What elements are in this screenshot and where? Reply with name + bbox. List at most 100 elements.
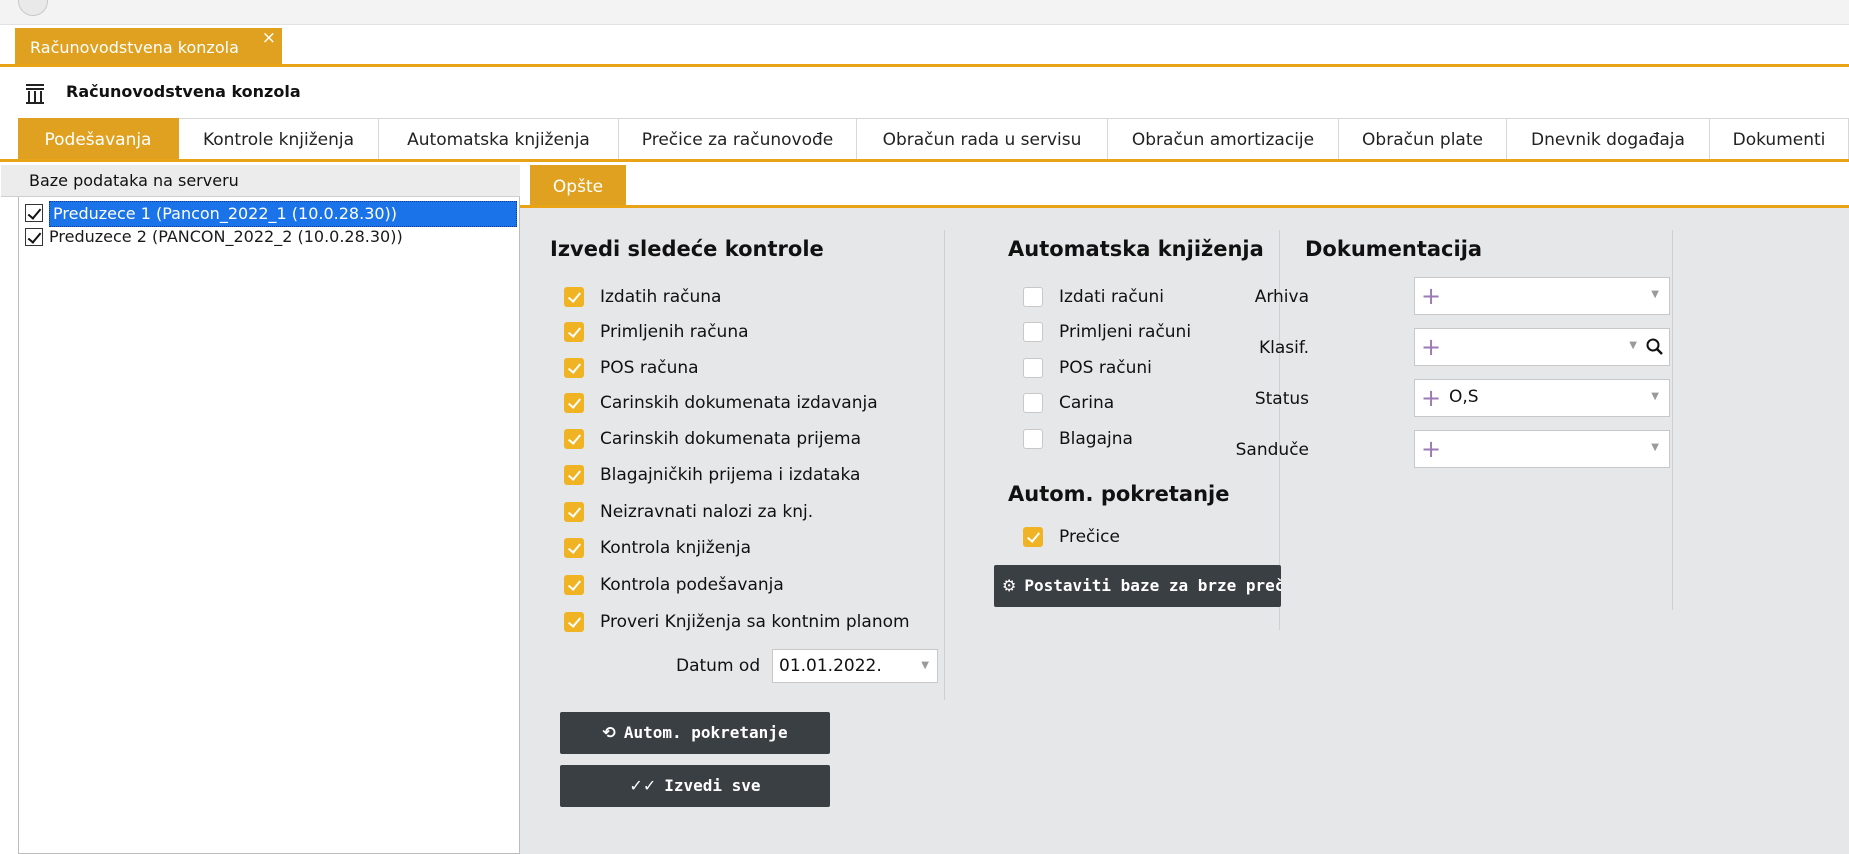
checkbox-pos-racuna[interactable]: POS računa (564, 355, 699, 381)
columns-icon (26, 84, 44, 104)
checkbox-pos-racuni[interactable]: POS računi (1023, 355, 1152, 381)
chevron-down-icon[interactable]: ▼ (1651, 391, 1659, 402)
checkbox-box[interactable] (1023, 393, 1043, 413)
checkbox-kontrola-podesavanja[interactable]: Kontrola podešavanja (564, 572, 784, 598)
izvedi-sve-button[interactable]: ✓✓ Izvedi sve (560, 765, 830, 807)
checkbox-label: Neizravnati nalozi za knj. (600, 502, 814, 522)
tab-kontrole-knjizenja[interactable]: Kontrole knjiženja (179, 118, 379, 159)
checkbox-izdati-racuni[interactable]: Izdati računi (1023, 284, 1164, 310)
tab-podesavanja[interactable]: Podešavanja (18, 118, 179, 159)
checkbox-precice[interactable]: Prečice (1023, 524, 1120, 550)
database-row[interactable]: Preduzece 2 (PANCON_2022_2 (10.0.28.30)) (23, 225, 517, 249)
chevron-down-icon[interactable]: ▼ (1629, 340, 1637, 351)
checkbox-box[interactable] (564, 612, 584, 632)
column-divider (1672, 230, 1673, 610)
plus-icon[interactable]: + (1421, 333, 1441, 361)
chevron-down-icon[interactable]: ▼ (921, 650, 929, 682)
close-icon[interactable]: × (262, 18, 276, 58)
checkbox-label: Proveri Knjiženja sa kontnim planom (600, 612, 910, 632)
database-checkbox[interactable] (25, 204, 43, 222)
checkbox-box[interactable] (1023, 429, 1043, 449)
checkbox-label: Izdati računi (1059, 287, 1164, 307)
window-control-circle[interactable] (18, 0, 48, 16)
autom-pokretanje-button[interactable]: ⟲ Autom. pokretanje (560, 712, 830, 754)
chevron-down-icon[interactable]: ▼ (1651, 442, 1659, 453)
sub-tab-bar: Opšte (520, 165, 1849, 208)
checkbox-box[interactable] (564, 287, 584, 307)
double-check-icon: ✓✓ (629, 776, 657, 795)
checkbox-carinskih-prijema[interactable]: Carinskih dokumenata prijema (564, 426, 861, 452)
checkbox-box[interactable] (1023, 287, 1043, 307)
checkbox-label: Carina (1059, 393, 1115, 413)
sanduce-input[interactable]: + ▼ (1414, 430, 1670, 468)
console-title: Računovodstvena konzola (66, 82, 301, 101)
postaviti-baze-button[interactable]: ⚙ Postaviti baze za brze prečice (994, 565, 1281, 607)
checkbox-blagajna[interactable]: Blagajna (1023, 426, 1133, 452)
checkbox-proveri-knjizenja[interactable]: Proveri Knjiženja sa kontnim planom (564, 609, 910, 635)
checkbox-label: Izdatih računa (600, 287, 722, 307)
arhiva-input[interactable]: + ▼ (1414, 277, 1670, 315)
checkbox-box[interactable] (564, 322, 584, 342)
sanduce-label: Sanduče (1235, 440, 1309, 460)
checkbox-box[interactable] (564, 575, 584, 595)
column-divider (944, 230, 945, 700)
checkbox-box[interactable] (564, 393, 584, 413)
tab-obracun-plate[interactable]: Obračun plate (1339, 118, 1507, 159)
tab-dnevnik-dogadjaja[interactable]: Dnevnik događaja (1507, 118, 1710, 159)
checkbox-blagajnickih[interactable]: Blagajničkih prijema i izdataka (564, 462, 860, 488)
checkbox-neizravnati-nalozi[interactable]: Neizravnati nalozi za knj. (564, 499, 813, 525)
autom-pokretanje-label: Autom. pokretanje (623, 723, 788, 742)
checkbox-label: Blagajna (1059, 429, 1133, 449)
datum-od-input[interactable]: 01.01.2022. ▼ (772, 649, 938, 683)
tab-automatska-knjizenja[interactable]: Automatska knjiženja (379, 118, 619, 159)
checkbox-box[interactable] (564, 465, 584, 485)
database-checkbox[interactable] (25, 228, 43, 246)
controls-title: Izvedi sledeće kontrole (550, 237, 824, 261)
tab-obracun-rada-u-servisu[interactable]: Obračun rada u servisu (857, 118, 1108, 159)
tab-obracun-amortizacije[interactable]: Obračun amortizacije (1108, 118, 1339, 159)
checkbox-box[interactable] (1023, 322, 1043, 342)
checkbox-kontrola-knjizenja[interactable]: Kontrola knjiženja (564, 535, 751, 561)
database-label: Preduzece 2 (PANCON_2022_2 (10.0.28.30)) (49, 227, 403, 246)
checkbox-label: Primljeni računi (1059, 322, 1192, 342)
documentation-title: Dokumentacija (1305, 237, 1483, 261)
tab-dokumenti[interactable]: Dokumenti (1710, 118, 1849, 159)
gear-icon: ⚙ (1002, 576, 1017, 595)
checkbox-carina[interactable]: Carina (1023, 390, 1114, 416)
postaviti-baze-label: Postaviti baze za brze prečice (1024, 576, 1281, 595)
checkbox-label: Primljenih računa (600, 322, 749, 342)
plus-icon[interactable]: + (1421, 384, 1441, 412)
checkbox-carinskih-izdavanja[interactable]: Carinskih dokumenata izdavanja (564, 390, 878, 416)
checkbox-box[interactable] (1023, 358, 1043, 378)
settings-area: Opšte Izvedi sledeće kontrole Izdatih ra… (520, 165, 1849, 854)
checkbox-label: POS računa (600, 358, 699, 378)
checkbox-label: Kontrola knjiženja (600, 538, 752, 558)
console-header: Računovodstvena konzola (0, 70, 1849, 116)
search-icon[interactable] (1645, 337, 1665, 357)
checkbox-label: Carinskih dokumenata prijema (600, 429, 862, 449)
document-tab-bar: Računovodstvena konzola × (0, 25, 1849, 67)
doc-tab-racunovodstvena-konzola[interactable]: Računovodstvena konzola × (15, 28, 282, 64)
checkbox-box[interactable] (1023, 527, 1043, 547)
checkbox-primljenih-racuna[interactable]: Primljenih računa (564, 319, 749, 345)
checkbox-izdatih-racuna[interactable]: Izdatih računa (564, 284, 721, 310)
tab-precice-za-racunovodje[interactable]: Prečice za računovođe (619, 118, 857, 159)
window-top-strip (0, 0, 1849, 25)
klasif-label: Klasif. (1258, 338, 1309, 358)
checkbox-box[interactable] (564, 538, 584, 558)
status-input[interactable]: + O,S ▼ (1414, 379, 1670, 417)
arhiva-label: Arhiva (1254, 287, 1309, 307)
checkbox-box[interactable] (564, 502, 584, 522)
plus-icon[interactable]: + (1421, 282, 1441, 310)
plus-icon[interactable]: + (1421, 435, 1441, 463)
checkbox-box[interactable] (564, 358, 584, 378)
tab-opste[interactable]: Opšte (530, 165, 626, 205)
klasif-input[interactable]: + ▼ (1414, 328, 1670, 366)
database-row[interactable]: Preduzece 1 (Pancon_2022_1 (10.0.28.30)) (23, 201, 517, 227)
checkbox-box[interactable] (564, 429, 584, 449)
status-value: O,S (1449, 387, 1479, 407)
checkbox-primljeni-racuni[interactable]: Primljeni računi (1023, 319, 1191, 345)
refresh-icon: ⟲ (602, 723, 616, 742)
auto-start-title: Autom. pokretanje (1008, 482, 1230, 506)
chevron-down-icon[interactable]: ▼ (1651, 289, 1659, 300)
